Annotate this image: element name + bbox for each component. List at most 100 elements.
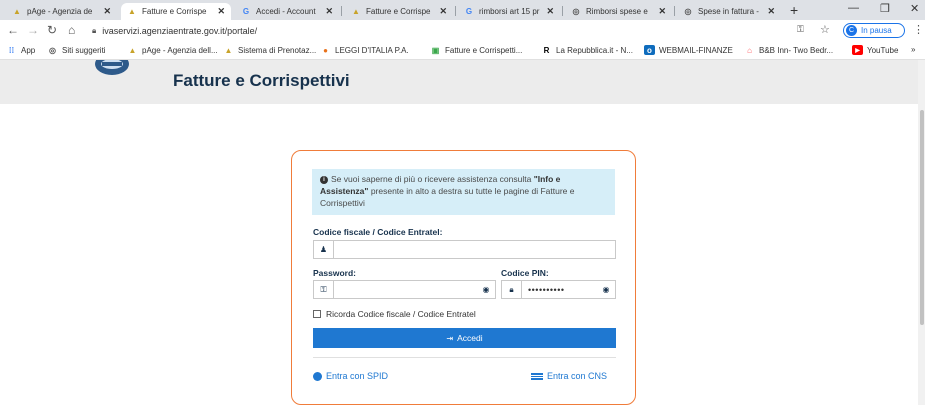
tab-spese-fattura[interactable]: ◎ Spese in fattura - ✕: [677, 3, 781, 20]
info-text-pre: Se vuoi saperne di più o ricevere assist…: [331, 174, 534, 184]
password-input[interactable]: [334, 281, 477, 298]
new-tab-button[interactable]: +: [790, 2, 798, 18]
bookmark-repubblica[interactable]: R La Repubblica.it - N...: [541, 45, 633, 55]
address-bar[interactable]: 🔒︎ ivaservizi.agenziaentrate.gov.it/port…: [92, 23, 918, 38]
site-header: Fatture e Corrispettivi: [0, 60, 918, 104]
info-icon: i: [320, 175, 328, 184]
cns-label: Entra con CNS: [547, 371, 608, 381]
google-icon: G: [242, 7, 250, 16]
browser-toolbar: ← → ↻ ⌂ 🔒︎ ivaservizi.agenziaentrate.gov…: [0, 20, 925, 41]
bookmark-label: La Repubblica.it - N...: [556, 45, 633, 55]
restore-icon[interactable]: ❐: [880, 2, 890, 15]
divider: [313, 357, 616, 358]
tab-fatture-2[interactable]: ▲ Fatture e Corrispe ✕: [345, 3, 453, 20]
close-icon[interactable]: ✕: [658, 6, 666, 17]
password-label: Password:: [313, 268, 356, 278]
home-icon[interactable]: ⌂: [68, 23, 75, 37]
bookmark-label: YouTube: [867, 45, 899, 55]
close-icon[interactable]: ✕: [439, 6, 447, 17]
key-icon: ⚿: [314, 281, 334, 298]
user-icon: ♟: [314, 241, 334, 258]
back-arrow-icon[interactable]: ←: [7, 23, 19, 37]
apps-grid-icon: ⁞⁞: [8, 45, 15, 55]
sign-in-icon: ⇥: [446, 333, 454, 343]
tab-title: rimborsi art 15 pr: [479, 7, 540, 16]
tab-fatture-active[interactable]: ▲ Fatture e Corrispe ✕: [121, 3, 231, 20]
fatture-icon: ▣: [431, 45, 440, 55]
bookmark-label: WEBMAIL-FINANZE: [659, 45, 733, 55]
tab-separator: [562, 6, 563, 16]
tab-rimborsi-spese[interactable]: ◎ Rimborsi spese e ✕: [565, 3, 672, 20]
bookmark-youtube[interactable]: ▶ YouTube: [852, 45, 898, 55]
google-icon: G: [465, 7, 473, 16]
bookmark-sistema-prenotazione[interactable]: ▲ Sistema di Prenotaz...: [223, 45, 317, 55]
tab-rimborsi-search[interactable]: G rimborsi art 15 pr ✕: [458, 3, 560, 20]
bookmark-label: Sistema di Prenotaz...: [238, 45, 317, 55]
tab-accedi-account[interactable]: G Accedi - Account ✕: [235, 3, 339, 20]
bookmark-webmail-finanze[interactable]: o WEBMAIL-FINANZE: [644, 45, 733, 55]
minimize-icon[interactable]: —: [848, 2, 859, 14]
tab-title: Fatture e Corrispe: [142, 7, 207, 16]
checkbox[interactable]: [313, 310, 321, 318]
eye-icon[interactable]: ◉: [597, 281, 615, 298]
codice-fiscale-field[interactable]: ♟: [313, 240, 616, 259]
youtube-icon: ▶: [852, 45, 863, 55]
accedi-button[interactable]: ⇥ Accedi: [313, 328, 616, 348]
close-icon[interactable]: ✕: [546, 6, 554, 17]
codice-fiscale-label: Codice fiscale / Codice Entratel:: [313, 227, 443, 237]
close-icon[interactable]: ✕: [325, 6, 333, 17]
globe-icon: ◎: [684, 7, 692, 16]
star-icon[interactable]: ☆: [820, 23, 830, 36]
bookmark-label: LEGGI D'ITALIA P.A.: [335, 45, 409, 55]
scrollbar-thumb[interactable]: [920, 110, 924, 325]
bookmark-label: pAge - Agenzia dell...: [142, 45, 218, 55]
agenzia-entrate-icon: ▲: [13, 7, 21, 16]
lock-icon: 🔒︎: [502, 281, 522, 298]
bookmark-label: Siti suggeriti: [62, 45, 106, 55]
codice-pin-input[interactable]: ••••••••••: [522, 281, 597, 298]
repubblica-icon: R: [543, 45, 550, 55]
key-icon[interactable]: ⚿: [797, 24, 804, 35]
codice-fiscale-input[interactable]: [334, 241, 615, 258]
close-icon[interactable]: ✕: [103, 6, 111, 17]
bookmarks-overflow-icon[interactable]: »: [911, 45, 915, 54]
codice-pin-field[interactable]: 🔒︎ •••••••••• ◉: [501, 280, 616, 299]
globe-icon: ◎: [572, 7, 580, 16]
spid-label: Entra con SPID: [326, 371, 389, 381]
remember-checkbox[interactable]: Ricorda Codice fiscale / Codice Entratel: [313, 309, 476, 319]
password-field[interactable]: ⚿ ◉: [313, 280, 496, 299]
tab-separator: [455, 6, 456, 16]
login-card: i Se vuoi saperne di più o ricevere assis…: [291, 150, 636, 405]
agenzia-entrate-icon: ▲: [352, 7, 360, 16]
entra-con-cns-link[interactable]: Entra con CNS: [531, 371, 607, 381]
forward-arrow-icon[interactable]: →: [27, 23, 39, 37]
leggi-italia-icon: ●: [323, 45, 328, 55]
bookmark-app[interactable]: ⁞⁞ App: [6, 45, 35, 55]
bookmark-siti-suggeriti[interactable]: ◎ Siti suggeriti: [47, 45, 106, 55]
reload-icon[interactable]: ↻: [47, 23, 57, 37]
close-icon[interactable]: ✕: [217, 6, 225, 17]
tab-title: pAge - Agenzia de: [27, 7, 93, 16]
bookmark-bnb[interactable]: ⌂ B&B Inn- Two Bedr...: [744, 45, 833, 55]
tab-separator: [674, 6, 675, 16]
bookmarks-bar: ⁞⁞ App ◎ Siti suggeriti ▲ pAge - Agenzia…: [0, 41, 925, 60]
eye-icon[interactable]: ◉: [477, 281, 495, 298]
agenzia-entrate-icon: ▲: [224, 45, 233, 55]
profile-button[interactable]: C In pausa: [843, 23, 905, 38]
bookmark-label: App: [21, 45, 36, 55]
bookmark-fatture[interactable]: ▣ Fatture e Corrispetti...: [430, 45, 523, 55]
lock-icon: 🔒︎: [92, 25, 97, 35]
close-icon[interactable]: ✕: [767, 6, 775, 17]
menu-dots-icon[interactable]: ⋮: [913, 23, 924, 36]
tab-title: Fatture e Corrispe: [366, 7, 431, 16]
info-box: i Se vuoi saperne di più o ricevere assis…: [312, 169, 615, 215]
window-close-icon[interactable]: ✕: [910, 2, 919, 15]
entra-con-spid-link[interactable]: Entra con SPID: [313, 371, 388, 381]
bookmark-page-agenzia[interactable]: ▲ pAge - Agenzia dell...: [127, 45, 218, 55]
tab-separator: [341, 6, 342, 16]
tab-title: Spese in fattura -: [698, 7, 759, 16]
remember-label: Ricorda Codice fiscale / Codice Entratel: [326, 309, 476, 319]
bookmark-leggi-italia[interactable]: ● LEGGI D'ITALIA P.A.: [320, 45, 409, 55]
tab-page-agenzia[interactable]: ▲ pAge - Agenzia de ✕: [6, 3, 117, 20]
page-content: Fatture e Corrispettivi i Se vuoi saperne…: [0, 60, 918, 405]
